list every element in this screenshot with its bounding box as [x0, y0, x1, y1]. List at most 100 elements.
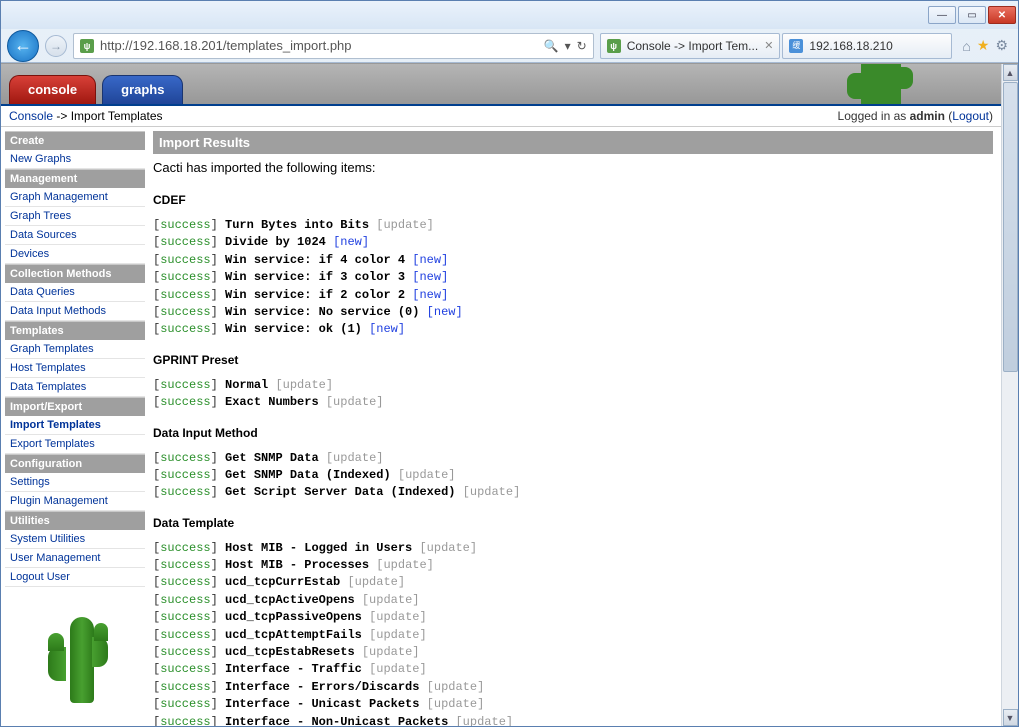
result-line: [success] Win service: No service (0) [n… — [153, 304, 993, 321]
favorites-icon[interactable]: ★ — [977, 37, 990, 54]
maximize-button[interactable]: ▭ — [958, 6, 986, 24]
result-line: [success] Divide by 1024 [new] — [153, 234, 993, 251]
paren-close: ) — [989, 109, 993, 123]
breadcrumb: Console -> Import Templates Logged in as… — [1, 106, 1001, 127]
current-user: admin — [910, 109, 945, 123]
browser-window: — ▭ ✕ ← → ψ 🔍 ▾ ↻ ψ Console -> Import Te… — [0, 0, 1019, 727]
close-button[interactable]: ✕ — [988, 6, 1016, 24]
nav-item-data-input-methods[interactable]: Data Input Methods — [5, 302, 145, 321]
login-status: Logged in as admin (Logout) — [838, 109, 993, 123]
logged-in-label: Logged in as — [838, 109, 910, 123]
result-line: [success] ucd_tcpCurrEstab [update] — [153, 574, 993, 591]
result-group-label: GPRINT Preset — [153, 353, 993, 367]
cacti-favicon-icon: ψ — [607, 39, 621, 53]
result-line: [success] Get Script Server Data (Indexe… — [153, 484, 993, 501]
tab-console[interactable]: console — [9, 75, 96, 104]
scroll-thumb[interactable] — [1003, 82, 1018, 372]
nav-item-import-templates[interactable]: Import Templates — [5, 416, 145, 435]
nav-item-logout-user[interactable]: Logout User — [5, 568, 145, 587]
generic-favicon-icon: 缓 — [789, 39, 803, 53]
result-line: [success] Interface - Unicast Packets [u… — [153, 696, 993, 713]
nav-item-devices[interactable]: Devices — [5, 245, 145, 264]
result-line: [success] Win service: if 3 color 3 [new… — [153, 269, 993, 286]
scroll-up-icon[interactable]: ▲ — [1003, 64, 1018, 81]
refresh-icon[interactable]: ↻ — [577, 39, 587, 53]
nav-item-settings[interactable]: Settings — [5, 473, 145, 492]
tab-close-icon[interactable]: ✕ — [764, 39, 773, 52]
titlebar: — ▭ ✕ — [1, 1, 1018, 29]
result-line: [success] ucd_tcpEstabResets [update] — [153, 644, 993, 661]
breadcrumb-arrow: -> — [53, 109, 71, 123]
sidenav: CreateNew GraphsManagementGraph Manageme… — [1, 127, 149, 726]
result-list: [success] Host MIB - Logged in Users [up… — [153, 540, 993, 726]
nav-item-system-utilities[interactable]: System Utilities — [5, 530, 145, 549]
result-list: [success] Normal [update][success] Exact… — [153, 377, 993, 412]
result-line: [success] Interface - Errors/Discards [u… — [153, 679, 993, 696]
result-group-label: Data Template — [153, 516, 993, 530]
result-line: [success] Exact Numbers [update] — [153, 394, 993, 411]
browser-tab-1-label: Console -> Import Tem... — [627, 39, 759, 53]
nav-header: Collection Methods — [5, 264, 145, 283]
result-line: [success] Get SNMP Data (Indexed) [updat… — [153, 467, 993, 484]
page-content: console graphs Console -> Import Templat… — [1, 64, 1001, 726]
result-line: [success] Get SNMP Data [update] — [153, 450, 993, 467]
result-line: [success] Win service: ok (1) [new] — [153, 321, 993, 338]
nav-forward-button[interactable]: → — [45, 35, 67, 57]
nav-item-data-queries[interactable]: Data Queries — [5, 283, 145, 302]
result-line: [success] ucd_tcpAttemptFails [update] — [153, 627, 993, 644]
result-group-label: CDEF — [153, 193, 993, 207]
nav-item-data-sources[interactable]: Data Sources — [5, 226, 145, 245]
nav-item-graph-templates[interactable]: Graph Templates — [5, 340, 145, 359]
scrollbar[interactable]: ▲ ▼ — [1001, 64, 1018, 726]
result-line: [success] Normal [update] — [153, 377, 993, 394]
result-line: [success] Win service: if 2 color 2 [new… — [153, 287, 993, 304]
nav-item-new-graphs[interactable]: New Graphs — [5, 150, 145, 169]
window-controls: — ▭ ✕ — [928, 6, 1016, 24]
page-viewport: console graphs Console -> Import Templat… — [1, 63, 1018, 726]
cacti-logo-icon — [861, 64, 901, 106]
nav-item-graph-management[interactable]: Graph Management — [5, 188, 145, 207]
nav-item-user-management[interactable]: User Management — [5, 549, 145, 568]
breadcrumb-console[interactable]: Console — [9, 109, 53, 123]
toolbar-right: ⌂ ★ ⚙ — [958, 37, 1012, 54]
url-dropdown-icon[interactable]: ▾ — [565, 39, 571, 53]
result-line: [success] Host MIB - Processes [update] — [153, 557, 993, 574]
scroll-down-icon[interactable]: ▼ — [1003, 709, 1018, 726]
url-box: ψ 🔍 ▾ ↻ — [73, 33, 594, 59]
browser-tab-1[interactable]: ψ Console -> Import Tem... ✕ — [600, 33, 781, 59]
tab-graphs[interactable]: graphs — [102, 75, 183, 104]
cacti-favicon: ψ — [80, 39, 94, 53]
browser-tab-2[interactable]: 缓 192.168.18.210 — [782, 33, 952, 59]
cacti-header: console graphs — [1, 64, 1001, 106]
result-line: [success] ucd_tcpPassiveOpens [update] — [153, 609, 993, 626]
result-list: [success] Turn Bytes into Bits [update][… — [153, 217, 993, 339]
browser-tabs: ψ Console -> Import Tem... ✕ 缓 192.168.1… — [600, 33, 953, 59]
results-container: CDEF [success] Turn Bytes into Bits [upda… — [153, 193, 993, 726]
minimize-button[interactable]: — — [928, 6, 956, 24]
section-title: Import Results — [153, 131, 993, 154]
logout-link[interactable]: Logout — [952, 109, 989, 123]
search-icon[interactable]: 🔍 — [544, 39, 559, 53]
result-list: [success] Get SNMP Data [update][success… — [153, 450, 993, 502]
url-input[interactable] — [100, 38, 538, 53]
nav-item-host-templates[interactable]: Host Templates — [5, 359, 145, 378]
nav-item-graph-trees[interactable]: Graph Trees — [5, 207, 145, 226]
nav-item-data-templates[interactable]: Data Templates — [5, 378, 145, 397]
breadcrumb-current: Import Templates — [71, 109, 163, 123]
nav-item-export-templates[interactable]: Export Templates — [5, 435, 145, 454]
nav-header: Management — [5, 169, 145, 188]
result-line: [success] Turn Bytes into Bits [update] — [153, 217, 993, 234]
home-icon[interactable]: ⌂ — [962, 38, 970, 54]
result-group-label: Data Input Method — [153, 426, 993, 440]
nav-header: Configuration — [5, 454, 145, 473]
intro-text: Cacti has imported the following items: — [153, 154, 993, 187]
nav-item-plugin-management[interactable]: Plugin Management — [5, 492, 145, 511]
browser-tab-2-label: 192.168.18.210 — [809, 39, 892, 53]
nav-header: Templates — [5, 321, 145, 340]
nav-header: Import/Export — [5, 397, 145, 416]
settings-icon[interactable]: ⚙ — [995, 37, 1008, 54]
nav-back-button[interactable]: ← — [7, 30, 39, 62]
content-column: Import Results Cacti has imported the fo… — [149, 127, 1001, 726]
result-line: [success] Host MIB - Logged in Users [up… — [153, 540, 993, 557]
address-bar: ← → ψ 🔍 ▾ ↻ ψ Console -> Import Tem... ✕… — [1, 29, 1018, 63]
